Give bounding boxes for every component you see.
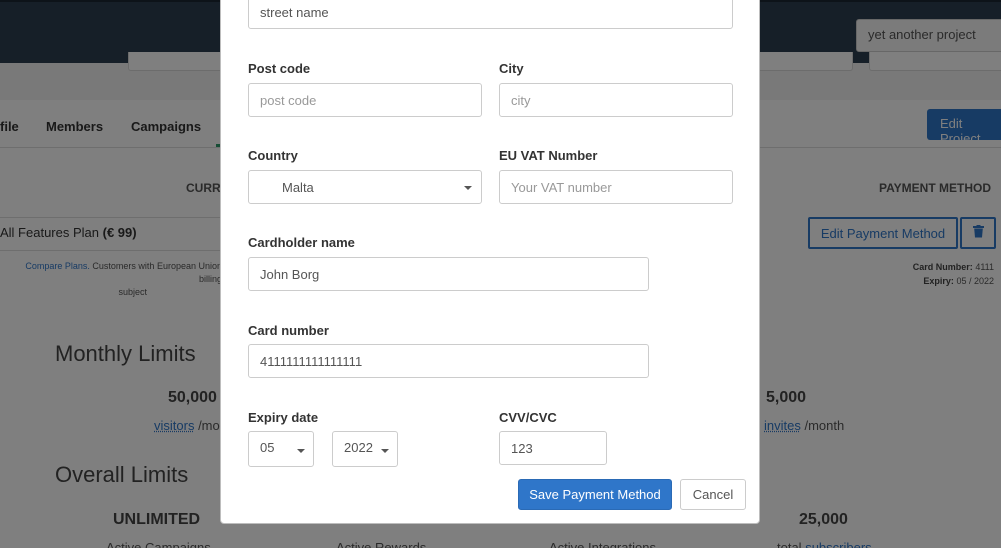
country-label: Country — [248, 148, 298, 163]
cvv-field[interactable]: 123 — [499, 431, 607, 465]
cardholder-field[interactable]: John Borg — [248, 257, 649, 291]
expiry-year-value: 2022 — [344, 440, 373, 455]
card-number-field[interactable]: 4111111111111111 — [248, 344, 649, 378]
postcode-label: Post code — [248, 61, 311, 76]
vat-field[interactable]: Your VAT number — [499, 170, 733, 204]
vat-label: EU VAT Number — [499, 148, 598, 163]
country-select[interactable]: Malta — [248, 170, 482, 204]
expiry-month-value: 05 — [260, 440, 275, 455]
postcode-field[interactable]: post code — [248, 83, 482, 117]
card-number-label: Card number — [248, 323, 329, 338]
payment-method-modal: street name Post code post code City cit… — [220, 0, 760, 524]
country-value: Malta — [282, 179, 314, 195]
city-field[interactable]: city — [499, 83, 733, 117]
chevron-down-icon — [297, 449, 305, 453]
chevron-down-icon — [464, 186, 472, 190]
cancel-button[interactable]: Cancel — [680, 479, 746, 510]
expiry-month-select[interactable]: 05 — [248, 431, 314, 467]
chevron-down-icon — [381, 449, 389, 453]
expiry-year-select[interactable]: 2022 — [332, 431, 398, 467]
street-field[interactable]: street name — [248, 0, 733, 29]
expiry-label: Expiry date — [248, 410, 319, 425]
save-payment-method-button[interactable]: Save Payment Method — [518, 479, 672, 510]
city-label: City — [499, 61, 524, 76]
cardholder-label: Cardholder name — [248, 235, 355, 250]
cvv-label: CVV/CVC — [499, 410, 557, 425]
